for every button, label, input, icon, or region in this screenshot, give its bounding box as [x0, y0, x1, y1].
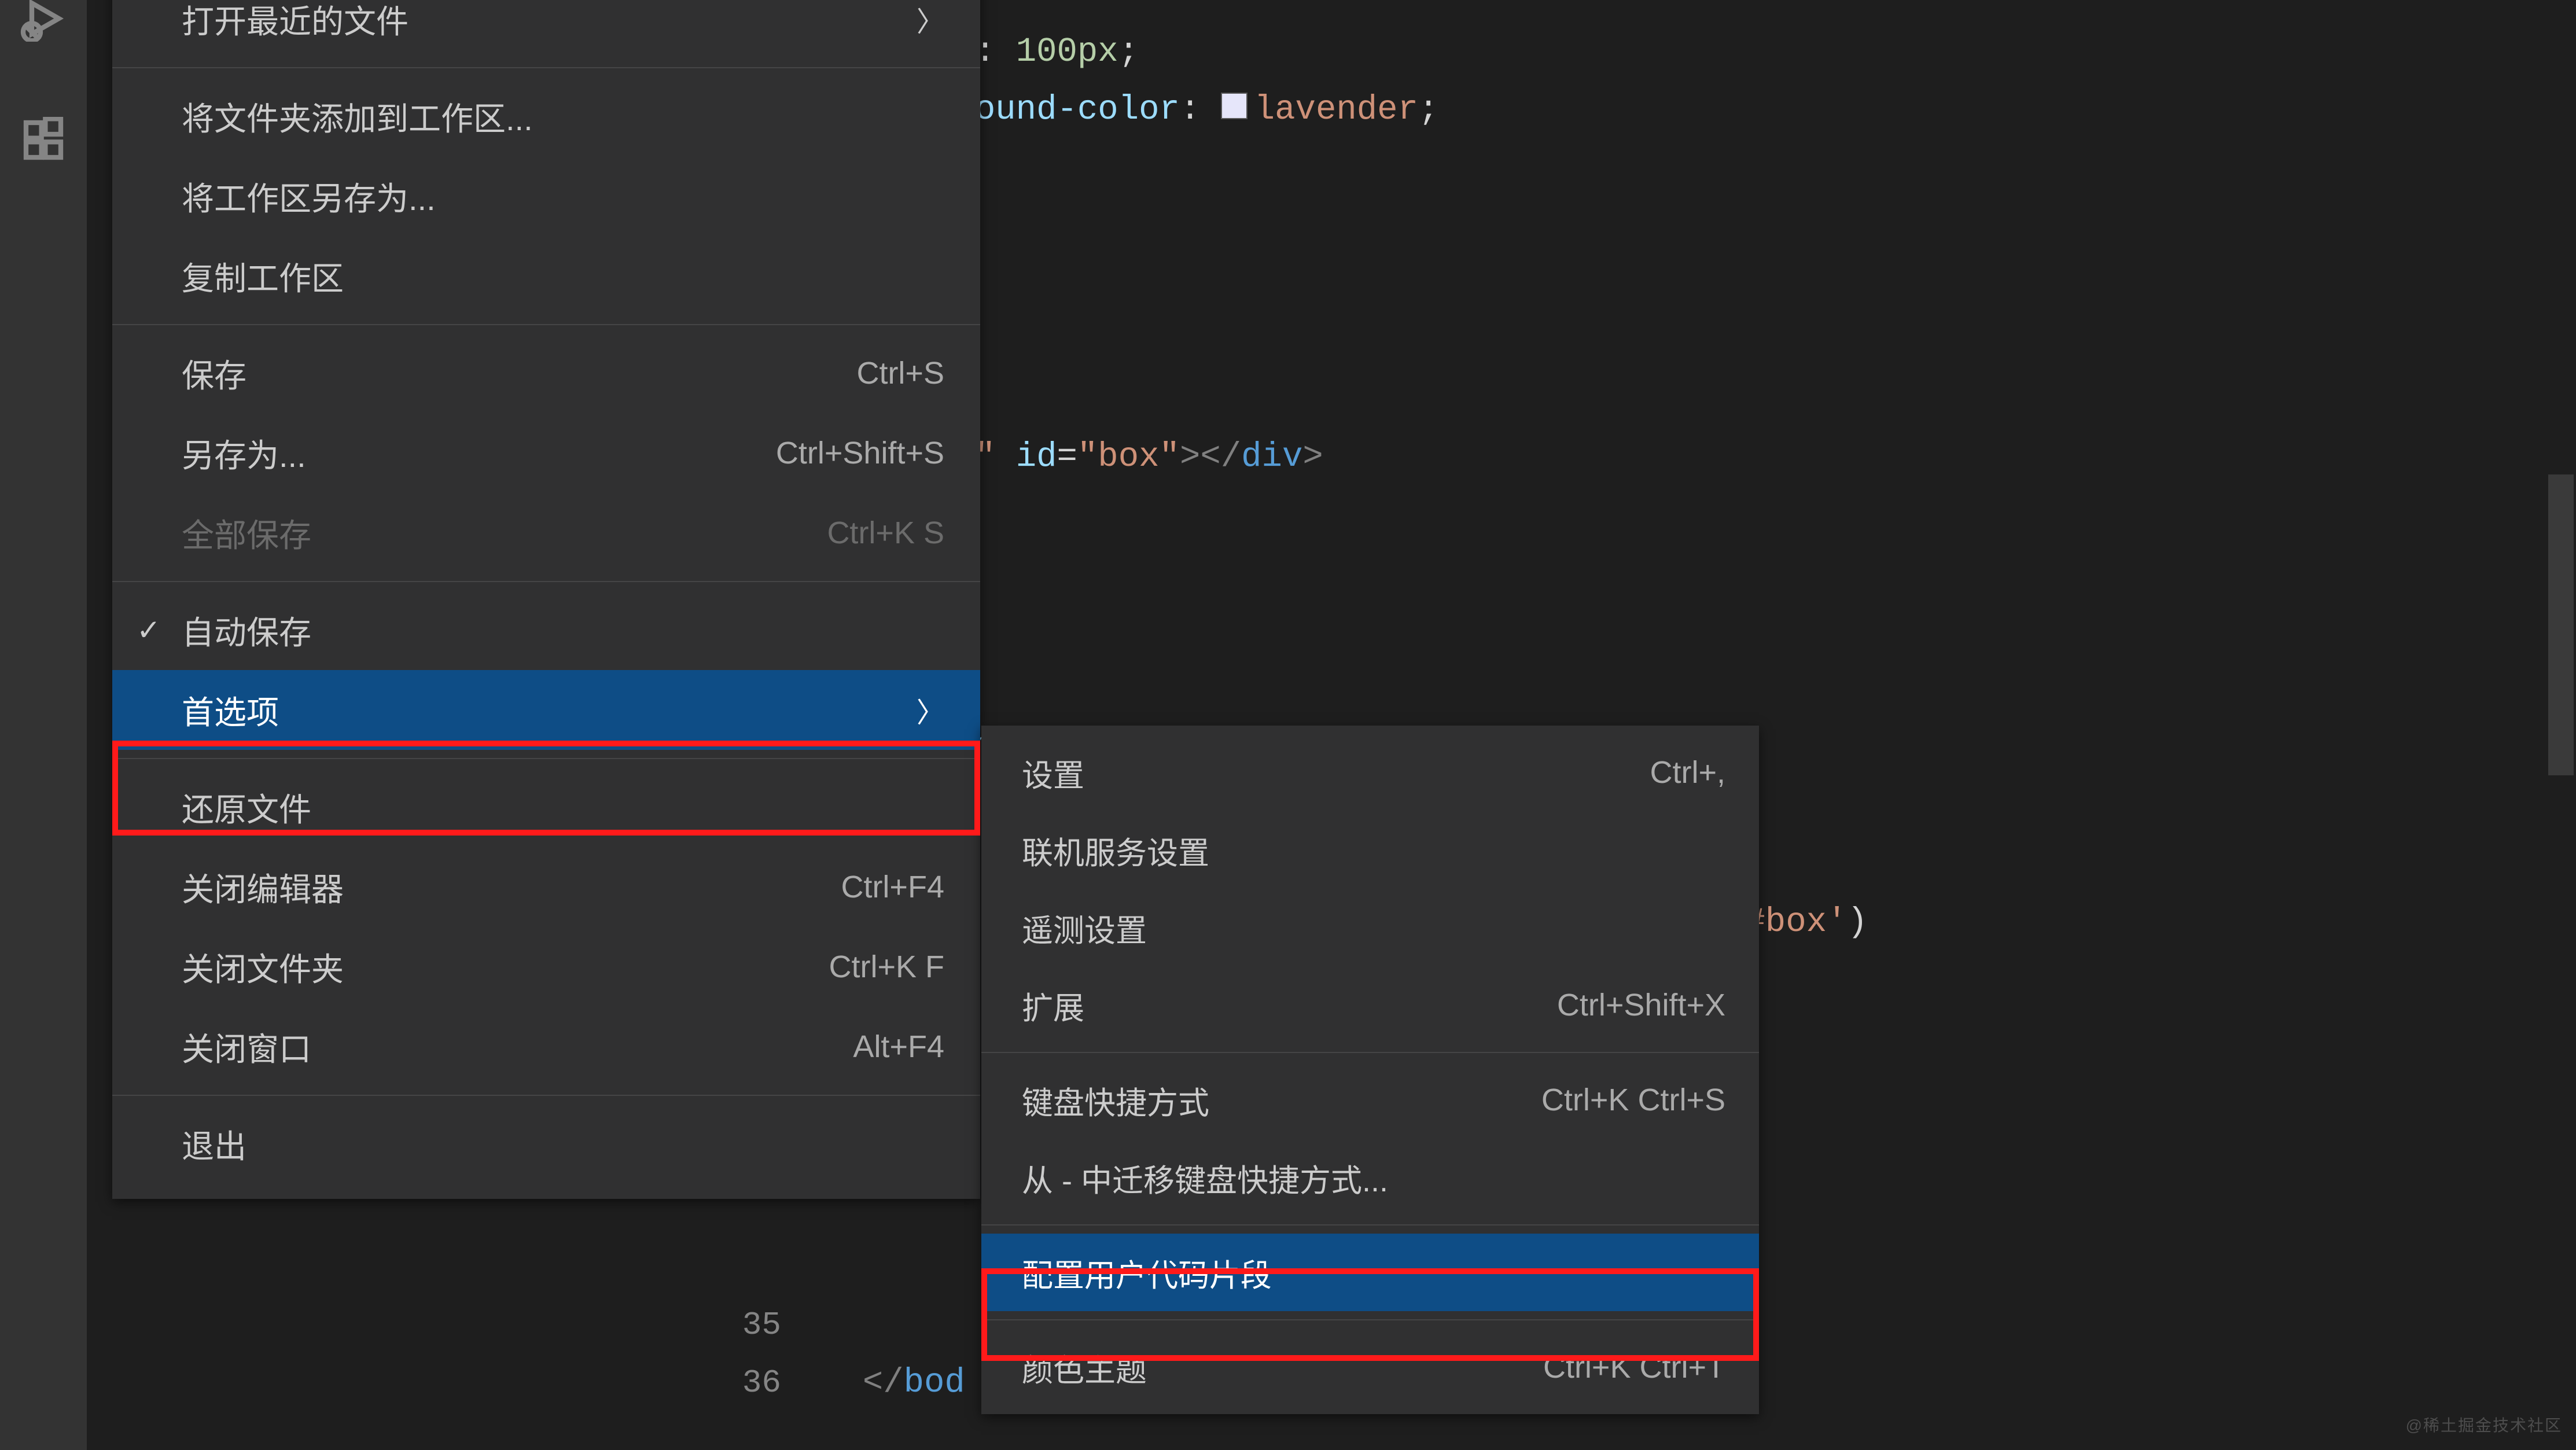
chevron-right-icon: 〉: [917, 0, 944, 39]
submenu-user-snippets[interactable]: 配置用户代码片段: [981, 1234, 1759, 1311]
submenu-settings[interactable]: 设置 Ctrl+,: [981, 734, 1759, 811]
menu-item-label: 键盘快捷方式: [1022, 1077, 1209, 1123]
menu-save[interactable]: 保存 Ctrl+S: [112, 333, 980, 413]
css-val: lavender: [1254, 90, 1418, 129]
menu-item-label: 联机服务设置: [1022, 827, 1209, 873]
menu-item-label: 关闭编辑器: [182, 864, 344, 911]
menu-shortcut: Ctrl+Shift+X: [1557, 987, 1725, 1023]
submenu-online-services[interactable]: 联机服务设置: [981, 811, 1759, 889]
menu-separator: [981, 1052, 1759, 1053]
menu-item-label: 将文件夹添加到工作区...: [182, 93, 533, 140]
attr: id: [1016, 437, 1057, 476]
menu-item-label: 将工作区另存为...: [182, 173, 436, 220]
menu-item-label: 扩展: [1022, 982, 1084, 1028]
menu-separator: [981, 1319, 1759, 1320]
extensions-icon[interactable]: [9, 105, 78, 175]
menu-shortcut: Ctrl+K Ctrl+S: [1541, 1082, 1725, 1118]
menu-add-folder[interactable]: 将文件夹添加到工作区...: [112, 76, 980, 156]
submenu-telemetry[interactable]: 遥测设置: [981, 889, 1759, 966]
menu-shortcut: Alt+F4: [853, 1029, 944, 1065]
menu-shortcut: Ctrl+S: [856, 355, 944, 391]
submenu-keyboard-shortcuts[interactable]: 键盘快捷方式 Ctrl+K Ctrl+S: [981, 1061, 1759, 1139]
menu-save-workspace-as[interactable]: 将工作区另存为...: [112, 156, 980, 236]
menu-separator: [112, 67, 980, 68]
menu-item-label: 遥测设置: [1022, 905, 1147, 951]
menu-close-editor[interactable]: 关闭编辑器 Ctrl+F4: [112, 847, 980, 927]
menu-item-label: 配置用户代码片段: [1022, 1250, 1272, 1296]
menu-save-all: 全部保存 Ctrl+K S: [112, 493, 980, 573]
preferences-submenu: 设置 Ctrl+, 联机服务设置 遥测设置 扩展 Ctrl+Shift+X 键盘…: [981, 726, 1759, 1414]
submenu-migrate-keybindings[interactable]: 从 - 中迁移键盘快捷方式...: [981, 1139, 1759, 1216]
menu-item-label: 还原文件: [182, 784, 311, 831]
menu-shortcut: Ctrl+F4: [841, 869, 944, 905]
line-number: 36: [712, 1354, 781, 1412]
chevron-right-icon: 〉: [917, 690, 944, 730]
code-bottom: </bod: [822, 1296, 965, 1450]
menu-item-label: 关闭窗口: [182, 1024, 311, 1070]
menu-shortcut: Ctrl+K S: [827, 515, 944, 551]
file-menu: 打开最近的文件 〉 将文件夹添加到工作区... 将工作区另存为... 复制工作区…: [112, 0, 980, 1199]
menu-separator: [112, 758, 980, 759]
menu-duplicate-workspace[interactable]: 复制工作区: [112, 236, 980, 316]
menu-item-label: 保存: [182, 350, 246, 397]
menu-item-label: 颜色主题: [1022, 1345, 1147, 1390]
menu-save-as[interactable]: 另存为... Ctrl+Shift+S: [112, 413, 980, 493]
menu-separator: [112, 581, 980, 582]
menu-separator: [981, 1224, 1759, 1225]
menu-item-label: 首选项: [182, 687, 279, 734]
menu-item-label: 全部保存: [182, 510, 311, 557]
menu-item-label: 自动保存: [182, 607, 311, 654]
menu-shortcut: Ctrl+Shift+S: [776, 435, 944, 471]
menu-close-window[interactable]: 关闭窗口 Alt+F4: [112, 1007, 980, 1087]
line-number: 35: [712, 1296, 781, 1354]
menu-auto-save[interactable]: 自动保存: [112, 590, 980, 670]
menu-close-folder[interactable]: 关闭文件夹 Ctrl+K F: [112, 927, 980, 1007]
menu-item-label: 设置: [1022, 750, 1084, 796]
menu-revert-file[interactable]: 还原文件: [112, 767, 980, 847]
menu-item-label: 另存为...: [182, 430, 306, 477]
menu-exit[interactable]: 退出: [112, 1104, 980, 1184]
color-swatch: [1221, 93, 1247, 119]
menu-open-recent[interactable]: 打开最近的文件 〉: [112, 0, 980, 59]
menu-shortcut: Ctrl+K Ctrl+T: [1543, 1349, 1725, 1385]
run-debug-icon[interactable]: [9, 0, 78, 53]
menu-preferences[interactable]: 首选项 〉: [112, 670, 980, 750]
submenu-extensions[interactable]: 扩展 Ctrl+Shift+X: [981, 966, 1759, 1044]
attr-val: "box": [1077, 437, 1180, 476]
menu-separator: [112, 1095, 980, 1096]
line-gutter: 35 36: [712, 1296, 781, 1412]
menu-separator: [112, 324, 980, 325]
watermark: @稀土掘金技术社区: [2406, 1413, 2562, 1436]
tag: div: [1241, 437, 1302, 476]
css-val: 100px: [1016, 32, 1118, 71]
menu-item-label: 打开最近的文件: [182, 0, 409, 43]
menu-item-label: 关闭文件夹: [182, 944, 344, 991]
menu-shortcut: Ctrl+,: [1650, 755, 1725, 790]
menu-item-label: 退出: [182, 1121, 246, 1168]
scrollbar-thumb[interactable]: [2548, 474, 2574, 775]
menu-item-label: 复制工作区: [182, 253, 344, 300]
activity-bar: [0, 0, 87, 1450]
submenu-color-theme[interactable]: 颜色主题 Ctrl+K Ctrl+T: [981, 1328, 1759, 1406]
menu-item-label: 从 - 中迁移键盘快捷方式...: [1022, 1155, 1388, 1201]
menu-shortcut: Ctrl+K F: [829, 949, 944, 985]
